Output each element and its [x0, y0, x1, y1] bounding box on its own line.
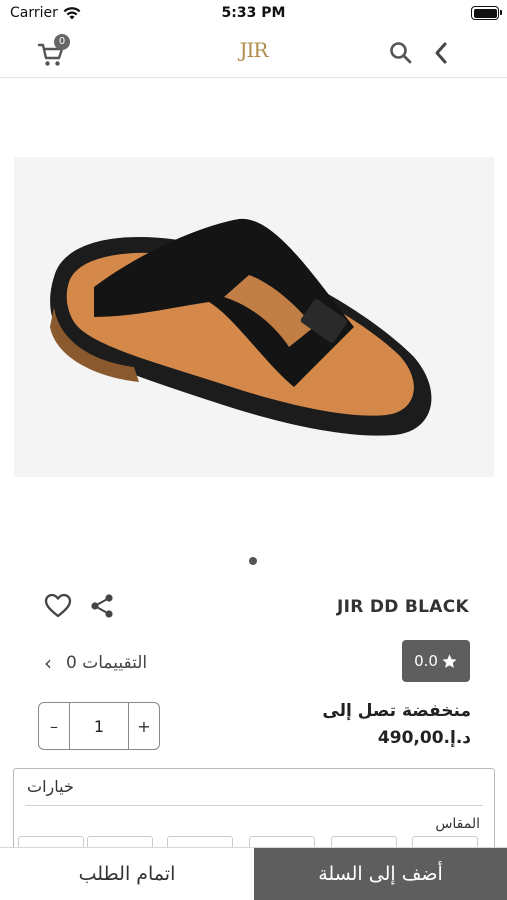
add-to-cart-button[interactable]: أضف إلى السلة	[254, 848, 507, 900]
status-bar: Carrier 5:33 PM	[0, 0, 507, 28]
options-divider	[25, 805, 483, 806]
sandal-image	[14, 157, 494, 477]
qty-decrease-button[interactable]: –	[39, 703, 69, 749]
reviews-link[interactable]: ‹ 0 التقييمات	[44, 651, 147, 675]
heart-icon	[44, 593, 72, 618]
bottom-action-bar: اتمام الطلب أضف إلى السلة	[0, 847, 507, 900]
price-value: د.إ.490,00	[377, 728, 471, 748]
product-title: JIR DD BLACK	[337, 597, 469, 617]
qty-value[interactable]: 1	[69, 703, 129, 749]
size-label: المقاس	[435, 816, 480, 832]
back-button[interactable]	[430, 40, 452, 66]
share-button[interactable]	[88, 592, 116, 620]
rating-badge: 0.0	[402, 640, 470, 682]
reviews-label: 0 التقييمات	[66, 653, 148, 673]
product-photo	[14, 157, 494, 477]
star-icon	[442, 653, 457, 668]
nav-bar: 0 JIR	[0, 28, 507, 78]
search-icon	[390, 42, 412, 64]
qty-increase-button[interactable]: +	[129, 703, 159, 749]
share-icon	[91, 594, 113, 618]
quantity-stepper[interactable]: – 1 +	[38, 702, 160, 750]
search-button[interactable]	[388, 40, 414, 66]
battery-icon	[471, 6, 502, 20]
rating-value: 0.0	[414, 652, 438, 670]
back-chevron-icon	[435, 42, 447, 64]
chevron-left-icon: ‹	[44, 651, 52, 675]
carousel-indicator-dot[interactable]	[249, 557, 257, 565]
options-title: خيارات	[27, 777, 74, 796]
status-time: 5:33 PM	[221, 5, 286, 21]
product-image-carousel[interactable]	[0, 79, 507, 549]
price-label: منخفضة تصل إلى	[322, 701, 471, 721]
wishlist-button[interactable]	[44, 593, 72, 619]
checkout-button[interactable]: اتمام الطلب	[0, 848, 254, 900]
